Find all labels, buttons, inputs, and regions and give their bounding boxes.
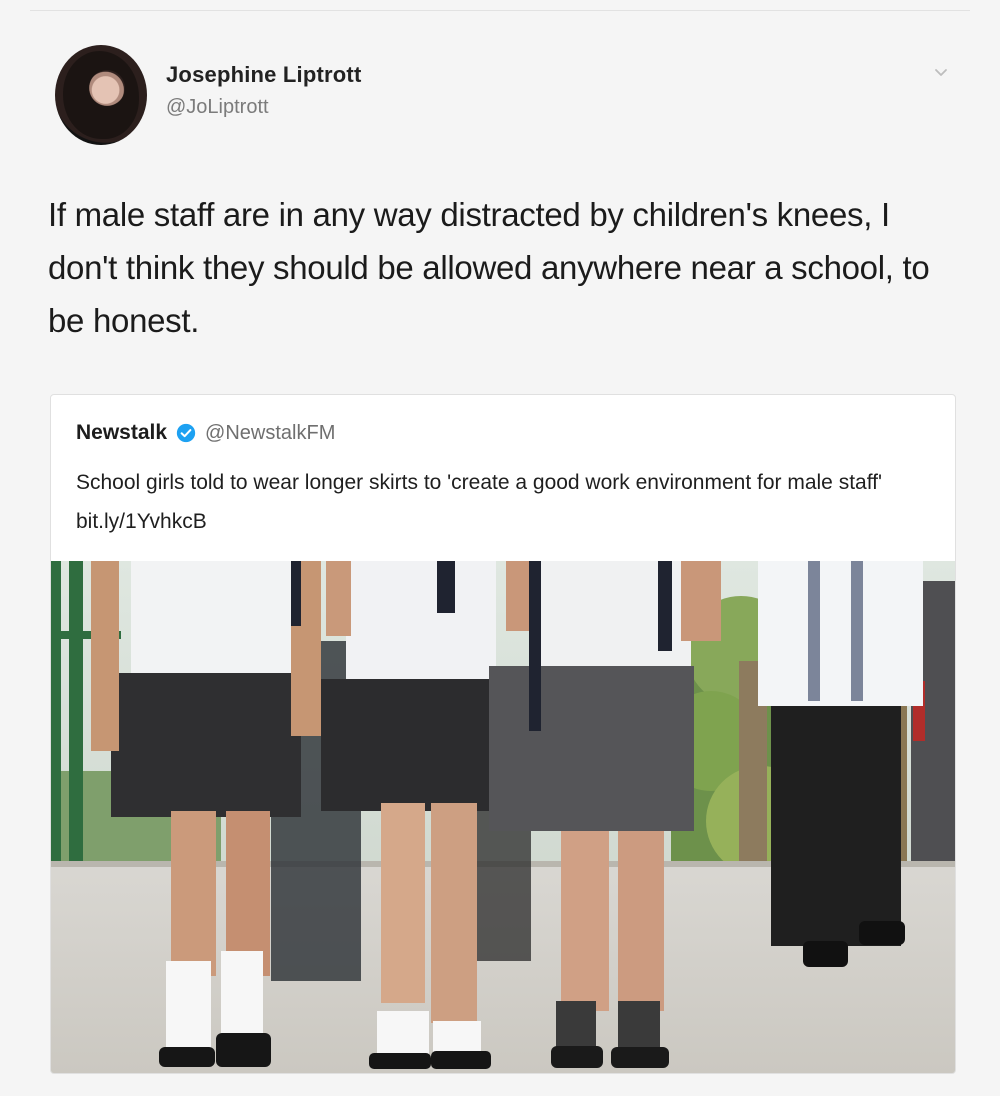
avatar[interactable] <box>55 45 147 145</box>
display-name[interactable]: Josephine Liptrott <box>166 62 362 88</box>
tweet-text: If male staff are in any way distracted … <box>48 196 930 339</box>
quoted-tweet[interactable]: Newstalk @NewstalkFM School girls told t… <box>50 394 956 1074</box>
page: Josephine Liptrott @JoLiptrott If male s… <box>0 0 1000 1096</box>
user-block: Josephine Liptrott @JoLiptrott <box>166 62 362 119</box>
tweet: Josephine Liptrott @JoLiptrott If male s… <box>0 0 1000 1096</box>
verified-badge-icon <box>176 423 196 443</box>
quoted-tweet-header: Newstalk @NewstalkFM <box>76 421 335 445</box>
avatar-hair <box>63 51 139 139</box>
user-handle[interactable]: @JoLiptrott <box>166 96 362 119</box>
quoted-tweet-photo[interactable] <box>51 561 955 1073</box>
quoted-tweet-text: School girls told to wear longer skirts … <box>76 471 883 533</box>
chevron-down-icon[interactable] <box>934 65 948 79</box>
quoted-handle[interactable]: @NewstalkFM <box>205 422 335 445</box>
quoted-display-name[interactable]: Newstalk <box>76 421 167 445</box>
